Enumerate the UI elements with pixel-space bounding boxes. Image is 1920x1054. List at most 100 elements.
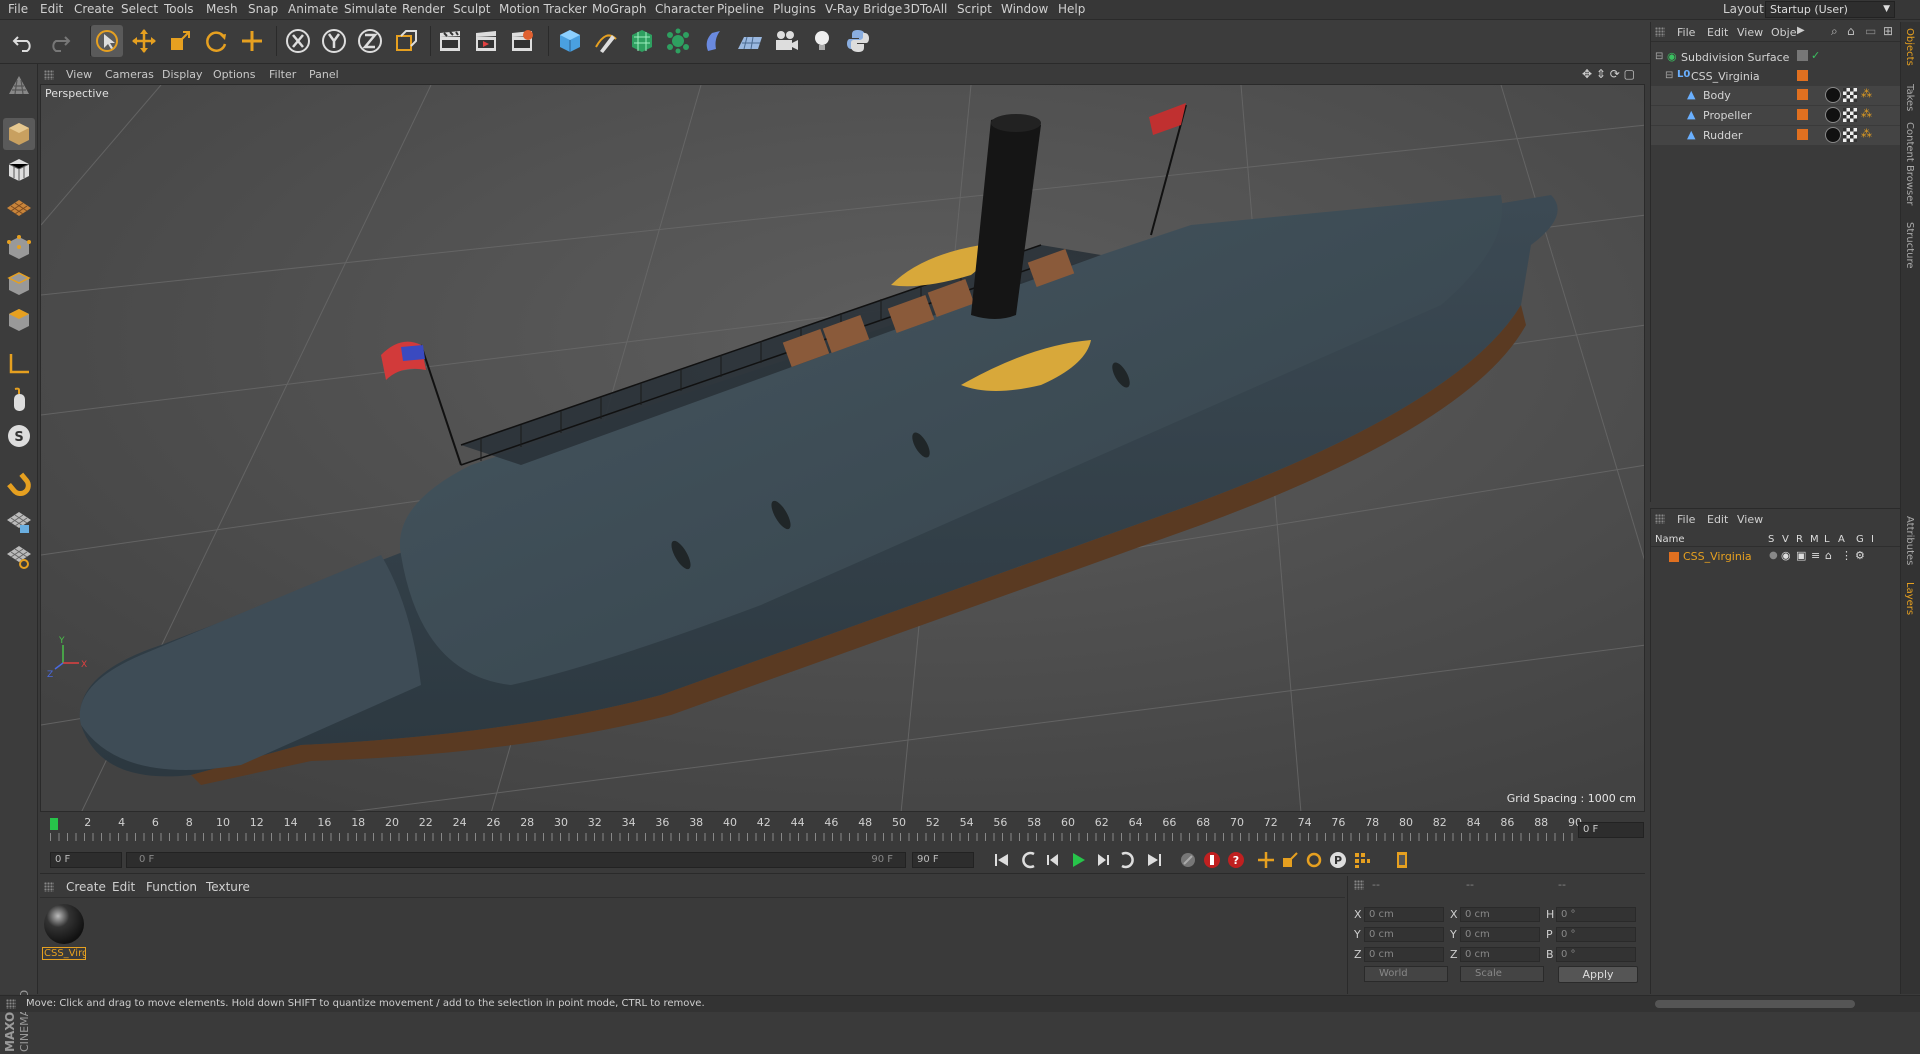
uvw-tag-icon[interactable] (1843, 128, 1857, 142)
menu-3dtoall[interactable]: 3DToAll (903, 2, 947, 16)
menu-window[interactable]: Window (1001, 2, 1048, 16)
horizontal-scrollbar[interactable] (1655, 1000, 1855, 1008)
obj-menu-view[interactable]: View (1737, 26, 1763, 39)
animation-icon[interactable]: ⋮ (1841, 549, 1852, 562)
axis-mode-button[interactable] (3, 348, 35, 380)
timeline-window-button[interactable] (1390, 848, 1414, 872)
size-y-field[interactable]: 0 cm (1460, 927, 1540, 942)
rot-p-field[interactable]: 0 ° (1556, 927, 1636, 942)
material-tag-icon[interactable] (1825, 87, 1841, 103)
obj-menu-objects[interactable]: Obje (1771, 26, 1796, 39)
object-row-propeller[interactable]: ▲ Propeller ⁂ (1651, 106, 1901, 125)
material-tag-icon[interactable] (1825, 107, 1841, 123)
layer-menu-edit[interactable]: Edit (1707, 513, 1728, 526)
cloner-button[interactable] (662, 25, 694, 57)
manager-icon[interactable]: ≡ (1811, 549, 1820, 562)
collapse-icon[interactable]: ⊟ (1665, 70, 1673, 81)
mat-menu-edit[interactable]: Edit (112, 880, 135, 894)
material-swatch[interactable]: CSS_Virg (42, 902, 86, 960)
vp-menu-view[interactable]: View (66, 68, 92, 81)
object-row-css-virginia[interactable]: ⊟ L0 CSS_Virginia (1651, 67, 1901, 86)
x-axis-lock-button[interactable] (282, 25, 314, 57)
key-rotation-button[interactable] (1302, 848, 1326, 872)
record-button[interactable] (1200, 848, 1224, 872)
planar-workplane-button[interactable] (3, 540, 35, 572)
search-icon[interactable]: ⌕ (1831, 24, 1838, 39)
render-view-button[interactable] (434, 25, 466, 57)
selection-tag-icon[interactable]: ⁂ (1861, 127, 1872, 140)
lock-workplane-button[interactable] (3, 506, 35, 538)
points-mode-button[interactable] (3, 232, 35, 264)
move-tool-button[interactable] (128, 25, 160, 57)
cube-object-button[interactable] (554, 25, 586, 57)
render-icon[interactable]: ▣ (1796, 549, 1806, 562)
menu-pipeline[interactable]: Pipeline (717, 2, 764, 16)
previous-frame-button[interactable] (1042, 848, 1066, 872)
menu-motion-tracker[interactable]: Motion Tracker (499, 2, 587, 16)
model-mode-button[interactable] (3, 118, 35, 150)
timeline-ruler[interactable]: 0246810121416182022242628303234363840424… (40, 816, 1645, 844)
scale-tool-button[interactable] (164, 25, 196, 57)
menu-script[interactable]: Script (957, 2, 992, 16)
key-pla-button[interactable] (1350, 848, 1374, 872)
tab-content-browser[interactable]: Content Browser (1904, 122, 1915, 205)
coordinate-system-button[interactable] (390, 25, 422, 57)
size-x-field[interactable]: 0 cm (1460, 907, 1540, 922)
selection-tag-icon[interactable]: ⁂ (1861, 107, 1872, 120)
auto-keying-button[interactable]: ? (1224, 848, 1248, 872)
menu-tools[interactable]: Tools (164, 2, 194, 16)
size-z-field[interactable]: 0 cm (1460, 947, 1540, 962)
menu-snap[interactable]: Snap (248, 2, 278, 16)
vp-menu-filter[interactable]: Filter (269, 68, 296, 81)
add-icon[interactable]: ⊞ (1883, 24, 1893, 38)
workplane-mode-button[interactable] (3, 190, 35, 222)
go-to-start-button[interactable] (990, 848, 1014, 872)
obj-menu-edit[interactable]: Edit (1707, 26, 1728, 39)
menu-character[interactable]: Character (655, 2, 714, 16)
z-axis-lock-button[interactable] (354, 25, 386, 57)
key-position-button[interactable] (1254, 848, 1278, 872)
menu-select[interactable]: Select (121, 2, 158, 16)
tab-takes[interactable]: Takes (1904, 84, 1915, 111)
vp-menu-options[interactable]: Options (213, 68, 255, 81)
menu-mesh[interactable]: Mesh (206, 2, 238, 16)
make-editable-button[interactable] (3, 70, 35, 102)
y-axis-lock-button[interactable] (318, 25, 350, 57)
render-to-picture-viewer-button[interactable] (470, 25, 502, 57)
coordinate-system-dropdown[interactable]: World (1364, 966, 1448, 982)
undo-button[interactable] (8, 25, 40, 57)
pen-spline-button[interactable] (590, 25, 622, 57)
tweak-mode-button[interactable] (3, 384, 35, 416)
vp-menu-panel[interactable]: Panel (309, 68, 339, 81)
collapse-icon[interactable]: ⊟ (1655, 51, 1663, 62)
selection-tag-icon[interactable]: ⁂ (1861, 87, 1872, 100)
layer-color-swatch[interactable] (1797, 89, 1808, 100)
menu-simulate[interactable]: Simulate (344, 2, 397, 16)
new-window-icon[interactable]: ▭ (1865, 24, 1876, 38)
mat-menu-function[interactable]: Function (146, 880, 197, 894)
tab-objects[interactable]: Objects (1904, 28, 1915, 66)
tab-attributes[interactable]: Attributes (1904, 516, 1915, 565)
vp-menu-display[interactable]: Display (162, 68, 203, 81)
mat-menu-texture[interactable]: Texture (206, 880, 250, 894)
live-selection-button[interactable] (91, 25, 123, 57)
menu-create[interactable]: Create (74, 2, 114, 16)
floor-button[interactable] (734, 25, 766, 57)
layer-menu-file[interactable]: File (1677, 513, 1695, 526)
recent-tool-button[interactable] (236, 25, 268, 57)
motion-clip-button[interactable] (1176, 848, 1200, 872)
end-frame-field[interactable]: 90 F (912, 852, 974, 868)
render-settings-button[interactable] (506, 25, 538, 57)
menu-mograph[interactable]: MoGraph (592, 2, 647, 16)
key-parameter-button[interactable]: P (1326, 848, 1350, 872)
menu-vray-bridge[interactable]: V-Ray Bridge (825, 2, 902, 16)
snapping-button[interactable] (3, 468, 35, 500)
solo-dot-icon[interactable]: ● (1769, 550, 1778, 561)
deformer-button[interactable] (698, 25, 730, 57)
layer-color-swatch[interactable] (1797, 70, 1808, 81)
layer-row-css-virginia[interactable]: CSS_Virginia ● ◉ ▣ ≡ ⌂ ⋮ ⚙ (1651, 549, 1901, 565)
rotate-tool-button[interactable] (200, 25, 232, 57)
enabled-check-icon[interactable]: ✓ (1811, 49, 1820, 62)
perspective-viewport[interactable]: X Y Z Perspective Grid Spacing : 1000 cm (40, 84, 1645, 812)
uvw-tag-icon[interactable] (1843, 88, 1857, 102)
